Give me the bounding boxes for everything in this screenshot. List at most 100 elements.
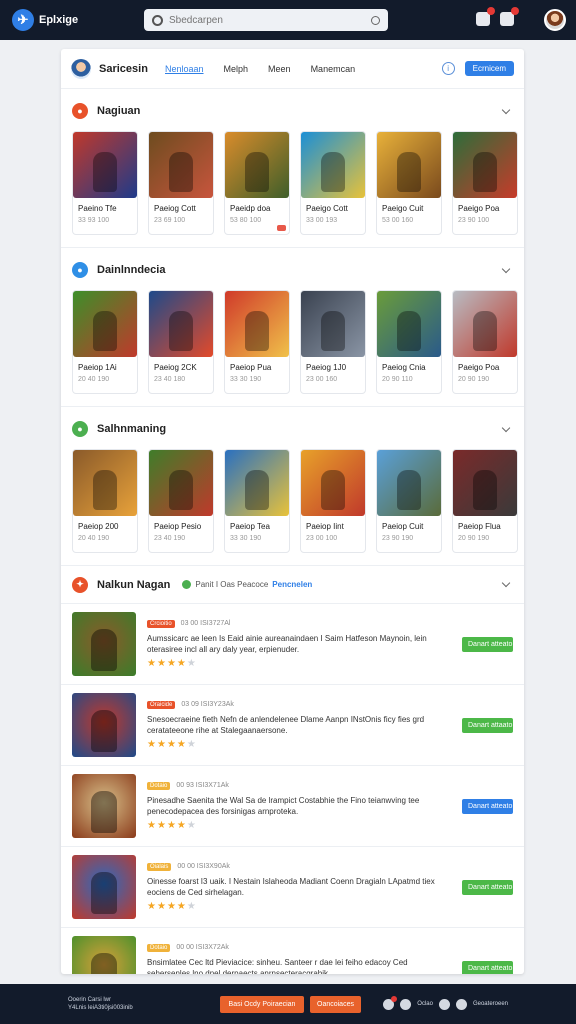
game-card[interactable]: Paeigo Poa 20 90 190 [452, 290, 518, 394]
game-thumbnail[interactable] [149, 132, 213, 198]
user-avatar[interactable] [544, 9, 566, 31]
chevron-icon[interactable] [438, 998, 450, 1010]
list-item[interactable]: Oraicide 03 09 ISI3Y23Ak Snesoecraeine fie… [61, 685, 524, 766]
avatar-icon[interactable] [400, 998, 412, 1010]
footer-secondary-button[interactable]: Oancoiaces [310, 995, 361, 1013]
game-thumbnail[interactable] [149, 291, 213, 357]
list-item-body: Dotaio 00 93 ISI3X71Ak Pinesadhe Saenita t… [147, 781, 437, 831]
game-card[interactable]: Paeiog 2CK 23 40 180 [148, 290, 214, 394]
game-thumbnail[interactable] [149, 450, 213, 516]
notification-badge [487, 7, 495, 15]
game-title: Paeiop 200 [78, 522, 119, 531]
list-item-date: 03 09 ISI3Y23Ak [181, 701, 234, 708]
game-card[interactable]: Paeiop 1Ai 20 40 190 [72, 290, 138, 394]
clock-icon[interactable] [455, 998, 467, 1010]
search-bar[interactable] [144, 9, 388, 31]
game-meta: 23 00 160 [306, 376, 338, 383]
list-thumbnail[interactable] [72, 855, 136, 919]
game-thumbnail[interactable] [301, 450, 365, 516]
search-clear-icon[interactable] [371, 15, 380, 25]
list-item-description: Bnsimlatee Cec ltd Pieviacice: sinheu. S… [147, 957, 408, 975]
game-thumbnail[interactable] [73, 132, 137, 198]
game-card[interactable]: Paeiog Cnia 20 90 110 [376, 290, 442, 394]
game-card[interactable]: Paeiog 1J0 23 00 160 [300, 290, 366, 394]
tab-3[interactable]: Manemcan [311, 64, 356, 74]
download-button[interactable]: Danart attaato [462, 717, 513, 733]
game-thumbnail[interactable] [301, 132, 365, 198]
game-meta: 23 90 190 [382, 535, 414, 542]
tab-0[interactable]: Nenloaan [165, 64, 204, 74]
game-thumbnail[interactable] [225, 132, 289, 198]
status-dot-icon [182, 580, 192, 589]
game-meta: 20 90 190 [458, 376, 490, 383]
list-thumbnail[interactable] [72, 612, 136, 676]
search-icon [152, 14, 163, 26]
game-card[interactable]: Paeiop Pua 33 30 190 [224, 290, 290, 394]
info-icon[interactable]: i [441, 62, 455, 75]
game-card[interactable]: Paeino Tfe 33 93 100 [72, 131, 138, 235]
game-card[interactable]: Paeiop Cuit 23 90 190 [376, 449, 442, 553]
game-grid: Paeino Tfe 33 93 100 Paeiog Cott 23 69 100 P… [72, 131, 518, 247]
list-thumbnail[interactable] [72, 774, 136, 838]
tab-2[interactable]: Meen [268, 64, 291, 74]
game-card[interactable]: Paeiop Iint 23 00 100 [300, 449, 366, 553]
game-thumbnail[interactable] [73, 450, 137, 516]
game-title: Paeiop Pua [230, 363, 272, 372]
game-card[interactable]: Paeiop 200 20 40 190 [72, 449, 138, 553]
star-icon: ★ [186, 900, 196, 912]
game-card[interactable]: Paeigo Cuit 53 00 160 [376, 131, 442, 235]
rating-stars: ★ ★ ★ ★ ★ [147, 900, 437, 912]
brand[interactable]: ✈ Eplxige [12, 9, 132, 31]
star-icon: ★ [147, 738, 156, 750]
game-card[interactable]: Paeigo Cott 33 00 193 [300, 131, 366, 235]
game-thumbnail[interactable] [73, 291, 137, 357]
footer-label-2[interactable]: Geoateroeen [473, 1001, 508, 1007]
game-thumbnail[interactable] [377, 132, 441, 198]
list-item[interactable]: Crcioitio 03 00 ISI3727Al Aumssicarc ae le… [61, 604, 524, 685]
music-icon: ● [72, 262, 88, 278]
game-thumbnail[interactable] [377, 450, 441, 516]
tab-1[interactable]: Melph [224, 64, 249, 74]
game-thumbnail[interactable] [301, 291, 365, 357]
chevron-down-icon[interactable] [501, 423, 511, 432]
game-card[interactable]: Paeiop Pesio 23 40 190 [148, 449, 214, 553]
list-item[interactable]: Dotaio 00 00 ISI3X72Ak Bnsimlatee Cec ltd … [61, 928, 524, 974]
list-thumbnail[interactable] [72, 936, 136, 974]
game-card[interactable]: Paeiog Cott 23 69 100 [148, 131, 214, 235]
chevron-down-icon[interactable] [501, 264, 511, 273]
download-button[interactable]: Danart atteato [462, 960, 513, 974]
bell-icon[interactable] [500, 7, 519, 26]
list-subtitle-link[interactable]: Pencnelen [272, 580, 312, 589]
gamepad-icon[interactable] [383, 995, 398, 1010]
gamepad-icon[interactable] [476, 7, 495, 26]
download-button[interactable]: Danart atteato [462, 879, 513, 895]
footer-label-1[interactable]: Oclao [417, 1001, 433, 1007]
footer-primary-button[interactable]: Basi Ocdy Poiraecian [220, 995, 304, 1013]
list-item[interactable]: Oialais 00 00 ISI3X90Ak Oinesse foarst I3 … [61, 847, 524, 928]
chevron-down-icon[interactable] [501, 578, 511, 588]
star-icon: ★ [186, 819, 196, 831]
game-card[interactable]: Paeidp doa 53 80 100 [224, 131, 290, 235]
game-meta: 53 00 160 [382, 217, 414, 224]
game-thumbnail[interactable] [377, 291, 441, 357]
download-button[interactable]: Danart atteato [462, 636, 513, 652]
download-button[interactable]: Danart atteato [462, 798, 513, 814]
game-thumbnail[interactable] [225, 450, 289, 516]
primary-action-button[interactable]: Ecrnicem [464, 61, 514, 76]
game-thumbnail[interactable] [453, 291, 517, 357]
list-item[interactable]: Dotaio 00 93 ISI3X71Ak Pinesadhe Saenita t… [61, 766, 524, 847]
game-thumbnail[interactable] [225, 291, 289, 357]
search-input[interactable] [169, 14, 359, 26]
category-badge: Crcioitio [147, 619, 175, 628]
character-figure [473, 470, 497, 510]
game-thumbnail[interactable] [453, 132, 517, 198]
list-thumbnail[interactable] [72, 693, 136, 757]
game-card[interactable]: Paeiop Flua 20 90 190 [452, 449, 518, 553]
game-card[interactable]: Paeiop Tea 33 30 190 [224, 449, 290, 553]
character-figure [91, 710, 117, 752]
list-item-body: Oraicide 03 09 ISI3Y23Ak Snesoecraeine fie… [147, 700, 437, 750]
game-thumbnail[interactable] [453, 450, 517, 516]
chevron-down-icon[interactable] [501, 105, 511, 114]
game-card[interactable]: Paeigo Poa 23 90 100 [452, 131, 518, 235]
profile-avatar[interactable] [71, 58, 91, 79]
